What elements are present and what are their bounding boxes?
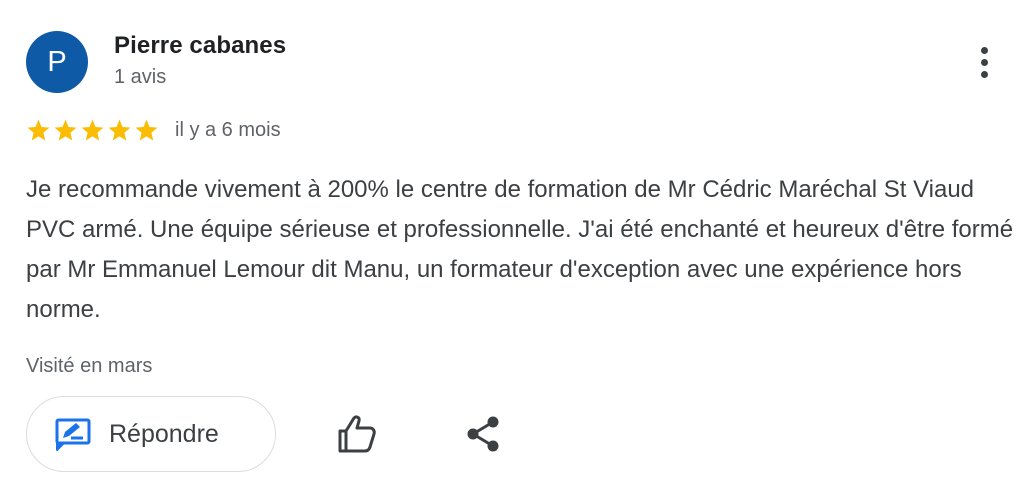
share-button[interactable]: [464, 412, 504, 456]
avatar[interactable]: P: [26, 31, 88, 93]
review-card: P Pierre cabanes 1 avis il y a 6 mois Je…: [0, 0, 1032, 492]
more-vertical-icon: [980, 46, 988, 54]
star-icon: [107, 118, 132, 143]
reply-edit-icon: [55, 417, 91, 451]
more-vertical-icon-dot: [980, 70, 988, 78]
rating-row: il y a 6 mois: [26, 118, 281, 143]
review-date: il y a 6 mois: [175, 119, 281, 141]
share-icon: [467, 416, 499, 452]
visit-info: Visité en mars: [26, 355, 153, 377]
avatar-letter: P: [47, 45, 67, 78]
reply-button[interactable]: Répondre: [26, 396, 276, 472]
star-icon: [53, 118, 78, 143]
review-count: 1 avis: [114, 66, 167, 88]
star-rating: [26, 118, 159, 143]
star-icon: [80, 118, 105, 143]
star-icon: [134, 118, 159, 143]
author-name[interactable]: Pierre cabanes: [114, 32, 286, 60]
thumbs-up-icon: [338, 415, 376, 453]
more-vertical-icon-dot: [980, 58, 988, 66]
like-button[interactable]: [336, 412, 380, 456]
star-icon: [26, 118, 51, 143]
reply-label: Répondre: [109, 419, 219, 448]
more-options-button[interactable]: [966, 40, 1002, 84]
review-text: Je recommande vivement à 200% le centre …: [26, 176, 1014, 323]
